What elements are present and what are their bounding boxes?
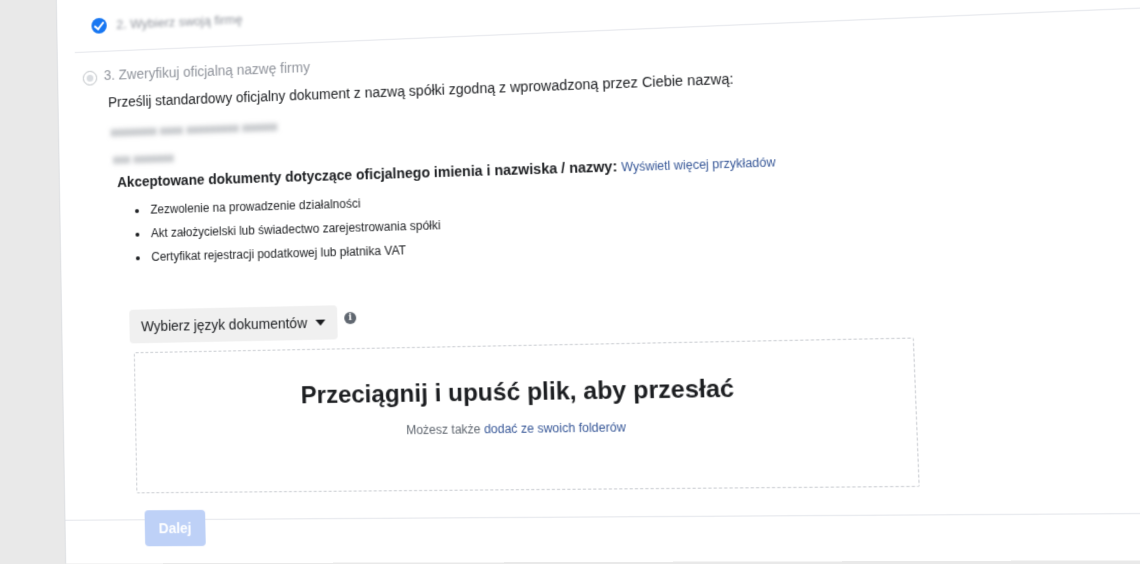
next-button[interactable]: Dalej	[144, 509, 206, 547]
caret-down-icon	[314, 319, 326, 326]
radio-icon	[82, 70, 98, 86]
previous-step-title: 2. Wybierz swoją firmę	[116, 11, 243, 32]
blurred-text: xxx xxxxxxx	[112, 150, 175, 167]
accepted-label: Akceptowane dokumenty dotyczące oficjaln…	[117, 158, 618, 191]
show-more-examples-link[interactable]: Wyświetl więcej przykładów	[621, 155, 776, 174]
dropzone-title: Przeciągnij i upuść plik, aby przesłać	[300, 375, 735, 410]
accepted-documents-list: Zezwolenie na prowadzenie działalności A…	[133, 189, 442, 269]
file-dropzone[interactable]: Przeciągnij i upuść plik, aby przesłać M…	[133, 337, 920, 494]
blurred-text: xxxxxxxx xxxx xxxxxxxxx xxxxxx	[110, 119, 278, 140]
check-circle-icon	[91, 17, 107, 34]
verification-card: 2. Wybierz swoją firmę 3. Zweryfikuj ofi…	[55, 0, 1140, 564]
previous-step[interactable]: 2. Wybierz swoją firmę	[74, 0, 1140, 54]
document-language-label: Wybierz język dokumentów	[140, 314, 308, 335]
divider	[65, 512, 1140, 521]
info-icon[interactable]: i	[344, 311, 357, 325]
add-from-folders-link[interactable]: dodać ze swoich folderów	[484, 420, 626, 436]
dropzone-sub-prefix: Możesz także	[405, 422, 481, 438]
dropzone-subtitle: Możesz także dodać ze swoich folderów	[136, 416, 916, 440]
accepted-documents-heading: Akceptowane dokumenty dotyczące oficjaln…	[117, 153, 776, 190]
step-title: 3. Zweryfikuj oficjalną nazwę firmy	[103, 59, 311, 83]
document-language-dropdown[interactable]: Wybierz język dokumentów	[129, 305, 338, 344]
